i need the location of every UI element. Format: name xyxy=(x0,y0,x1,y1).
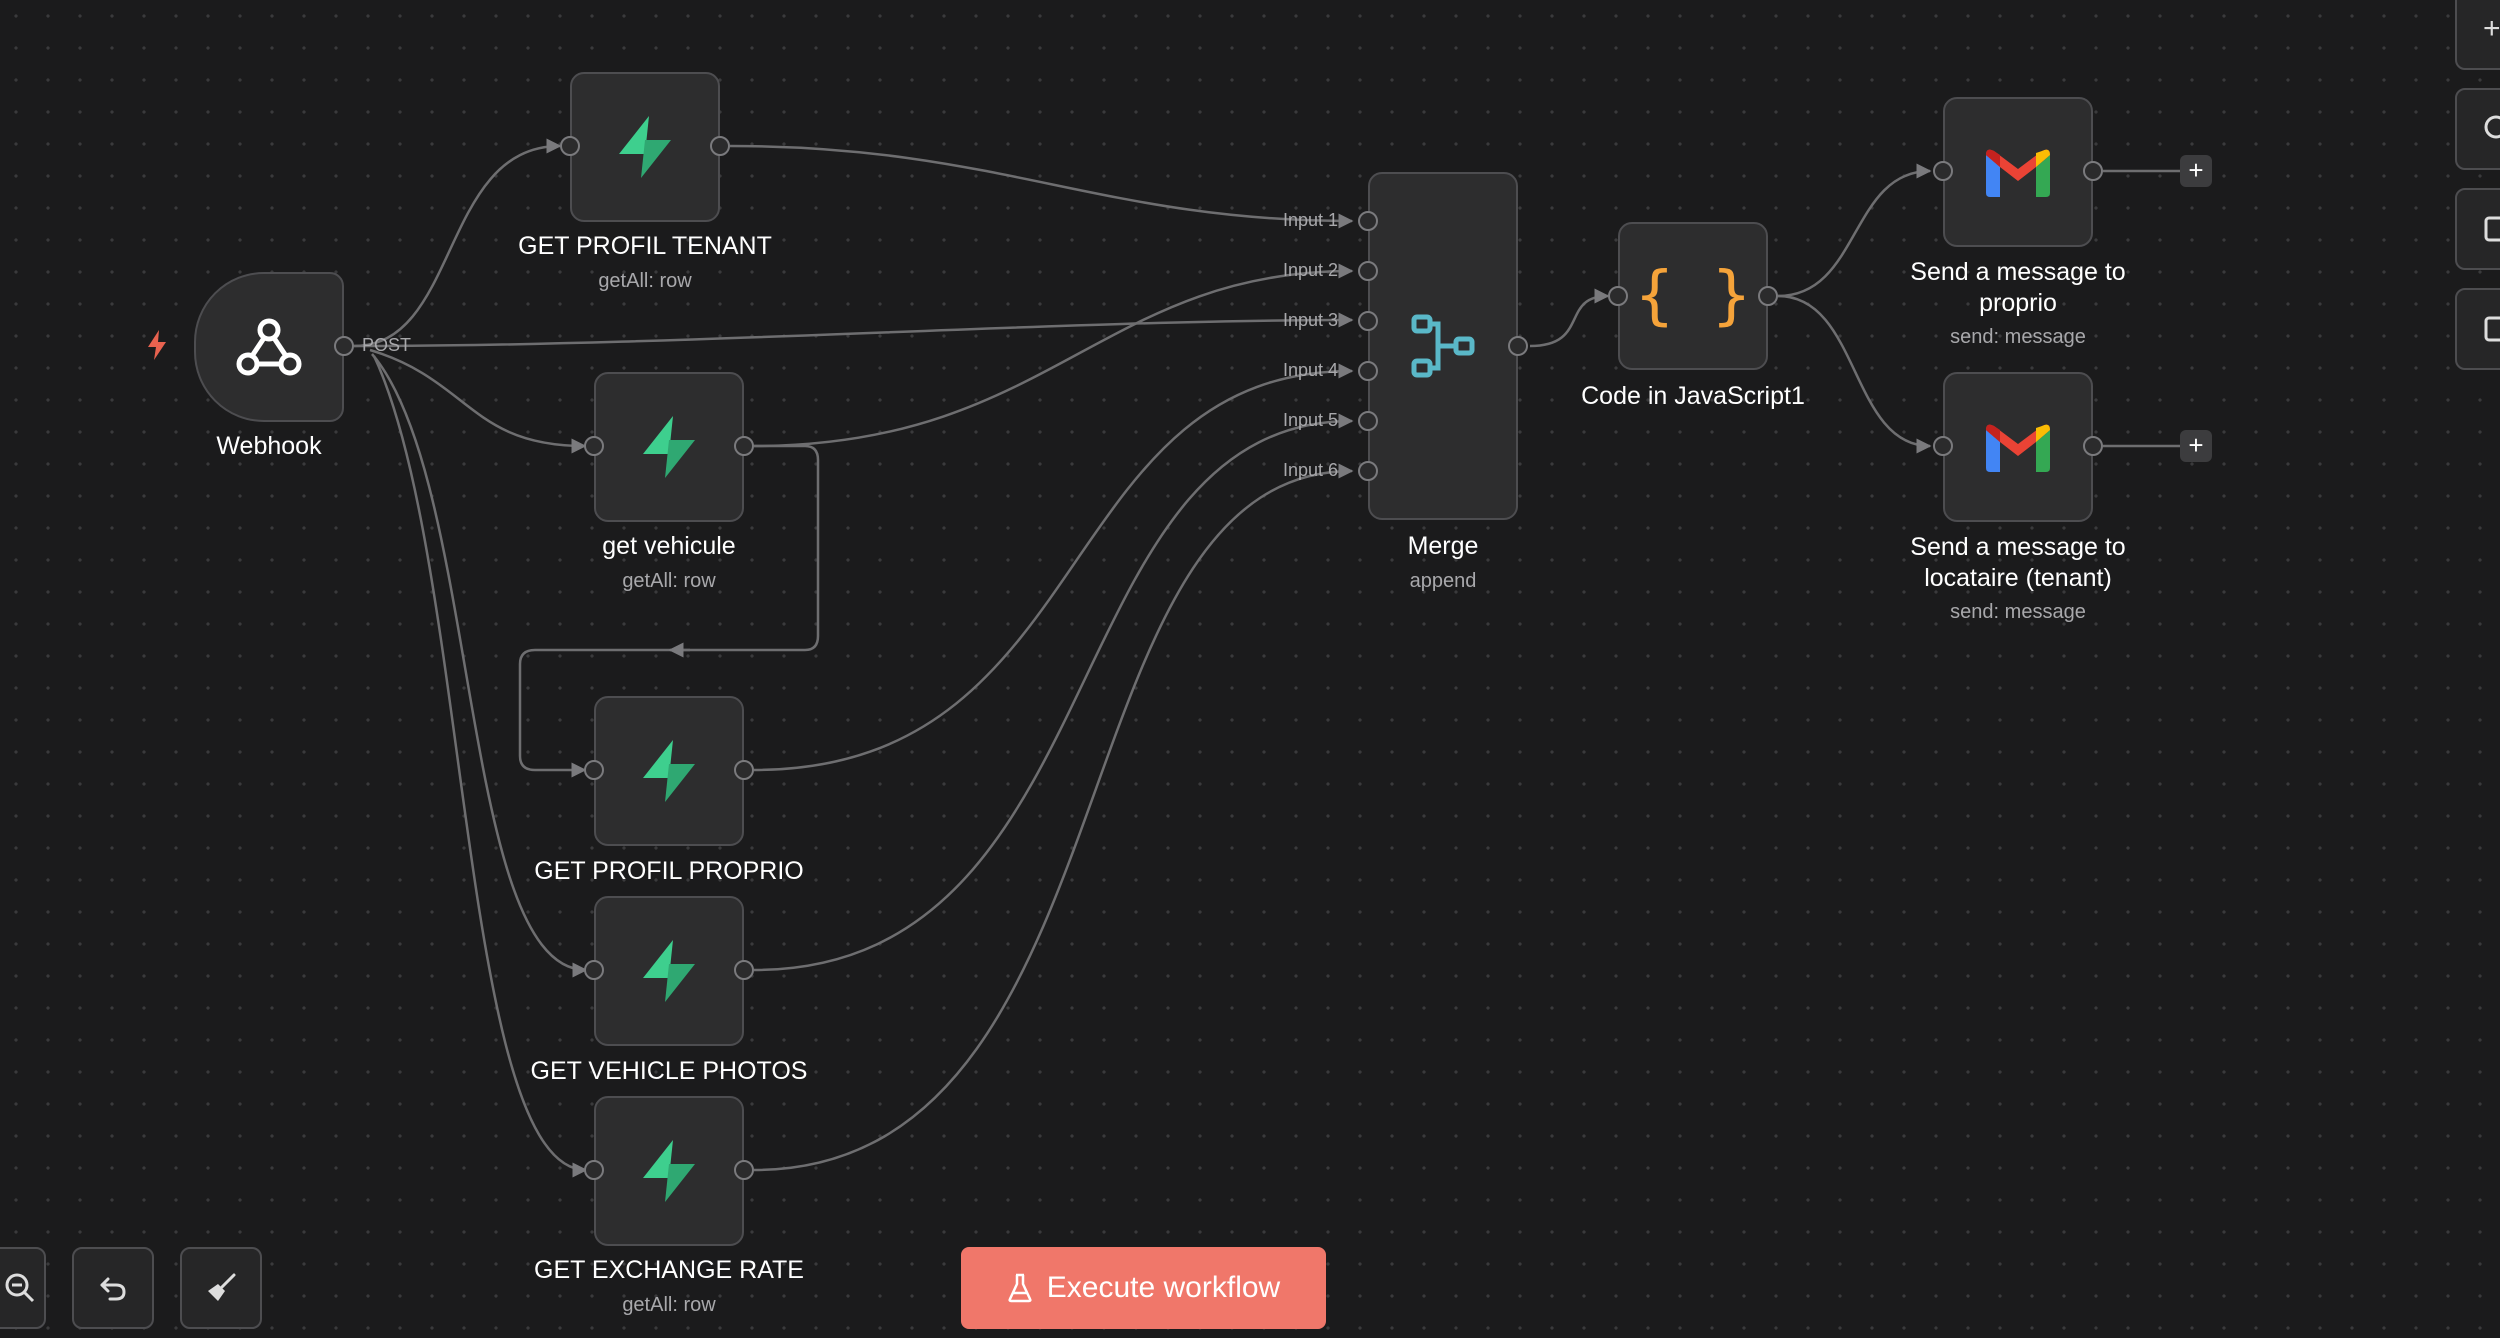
flask-icon xyxy=(1008,1273,1032,1303)
search-icon xyxy=(2484,115,2500,139)
merge-node[interactable] xyxy=(1368,172,1518,520)
execute-workflow-label: Execute workflow xyxy=(1046,1271,1281,1304)
merge-input-6-label: Input 6 xyxy=(1282,460,1338,480)
supabase-icon xyxy=(643,740,695,802)
photos-title: GET VEHICLE PHOTOS xyxy=(530,1057,808,1085)
code-title: Code in JavaScript1 xyxy=(1581,382,1805,410)
edge-exchange-merge6 xyxy=(753,463,1354,1172)
merge-input-4-label: Input 4 xyxy=(1282,360,1338,380)
square-icon xyxy=(2484,316,2500,342)
right-search-button[interactable] xyxy=(2455,88,2500,170)
send-proprio-input-handle[interactable] xyxy=(1933,161,1953,181)
exchange-input-handle[interactable] xyxy=(584,1160,604,1180)
get-vehicle-photos-node[interactable] xyxy=(594,896,744,1046)
send-proprio-title-line2: proprio xyxy=(1979,289,2057,317)
supabase-icon xyxy=(619,116,671,178)
send-proprio-node[interactable] xyxy=(1943,97,2093,247)
proprio-title: GET PROFIL PROPRIO xyxy=(534,857,804,885)
code-node[interactable]: { } xyxy=(1618,222,1768,370)
right-add-node-button[interactable]: + xyxy=(2455,0,2500,70)
merge-subtitle: append xyxy=(1409,570,1477,592)
webhook-output-handle[interactable] xyxy=(334,336,354,356)
merge-icon xyxy=(1411,314,1475,378)
exchange-subtitle: getAll: row xyxy=(622,1294,716,1316)
vehicule-input-handle[interactable] xyxy=(584,436,604,456)
merge-input-1-handle[interactable] xyxy=(1358,211,1378,231)
supabase-icon xyxy=(643,940,695,1002)
edge-merge-code xyxy=(1529,288,1610,348)
undo-button[interactable] xyxy=(72,1247,154,1329)
tidy-up-button[interactable] xyxy=(180,1247,262,1329)
tenant-output-handle[interactable] xyxy=(710,136,730,156)
supabase-icon xyxy=(643,416,695,478)
proprio-input-handle[interactable] xyxy=(584,760,604,780)
right-panel-button-2[interactable] xyxy=(2455,288,2500,370)
execute-workflow-button[interactable]: Execute workflow xyxy=(961,1247,1326,1329)
send-proprio-add-button[interactable]: + xyxy=(2180,155,2212,187)
vehicule-title: get vehicule xyxy=(602,532,736,560)
send-tenant-subtitle: send: message xyxy=(1950,601,2086,623)
connections-layer xyxy=(353,138,2180,1178)
zoom-out-icon xyxy=(5,1273,35,1303)
merge-input-5-handle[interactable] xyxy=(1358,411,1378,431)
send-proprio-output-handle[interactable] xyxy=(2083,161,2103,181)
edge-webhook-merge3 xyxy=(353,312,1354,348)
get-exchange-rate-node[interactable] xyxy=(594,1096,744,1246)
trigger-bolt-icon xyxy=(148,330,166,360)
merge-input-3-handle[interactable] xyxy=(1358,311,1378,331)
proprio-output-handle[interactable] xyxy=(734,760,754,780)
exchange-title: GET EXCHANGE RATE xyxy=(534,1256,804,1284)
code-output-handle[interactable] xyxy=(1758,286,1778,306)
merge-input-1-label: Input 1 xyxy=(1282,210,1338,230)
send-tenant-output-handle[interactable] xyxy=(2083,436,2103,456)
merge-input-6-handle[interactable] xyxy=(1358,461,1378,481)
send-tenant-node[interactable] xyxy=(1943,372,2093,522)
edge-webhook-vehicule xyxy=(369,348,587,454)
edge-code-proprio xyxy=(1777,163,1932,298)
gmail-icon xyxy=(1986,424,2050,472)
merge-input-5-label: Input 5 xyxy=(1282,410,1338,430)
send-tenant-title-line1: Send a message to xyxy=(1910,533,2126,561)
photos-output-handle[interactable] xyxy=(734,960,754,980)
send-proprio-title-line1: Send a message to xyxy=(1910,258,2126,286)
edge-webhook-exchange xyxy=(372,355,588,1178)
right-panel-button-1[interactable] xyxy=(2455,188,2500,270)
code-braces-icon: { } xyxy=(1635,259,1751,333)
webhook-icon xyxy=(236,318,302,376)
get-profil-tenant-node[interactable] xyxy=(570,72,720,222)
exchange-output-handle[interactable] xyxy=(734,1160,754,1180)
merge-output-handle[interactable] xyxy=(1508,336,1528,356)
edge-photos-merge5 xyxy=(753,413,1354,972)
tenant-title: GET PROFIL TENANT xyxy=(518,232,772,260)
webhook-node[interactable] xyxy=(194,272,344,422)
code-input-handle[interactable] xyxy=(1608,286,1628,306)
gmail-icon xyxy=(1986,149,2050,197)
webhook-title: Webhook xyxy=(216,432,322,460)
send-proprio-subtitle: send: message xyxy=(1950,326,2086,348)
supabase-icon xyxy=(643,1140,695,1202)
edge-code-tenant xyxy=(1777,294,1932,454)
vehicule-output-handle[interactable] xyxy=(734,436,754,456)
send-tenant-title-line2: locataire (tenant) xyxy=(1924,564,2112,592)
webhook-post-label: POST xyxy=(362,335,412,355)
merge-input-2-handle[interactable] xyxy=(1358,261,1378,281)
broom-icon xyxy=(208,1273,236,1301)
undo-icon xyxy=(100,1277,126,1301)
tenant-input-handle[interactable] xyxy=(560,136,580,156)
merge-input-4-handle[interactable] xyxy=(1358,361,1378,381)
merge-input-2-label: Input 2 xyxy=(1282,260,1338,280)
get-vehicule-node[interactable] xyxy=(594,372,744,522)
tenant-subtitle: getAll: row xyxy=(598,270,692,292)
photos-input-handle[interactable] xyxy=(584,960,604,980)
send-tenant-add-button[interactable]: + xyxy=(2180,430,2212,462)
square-icon xyxy=(2484,216,2500,242)
vehicule-subtitle: getAll: row xyxy=(622,570,716,592)
zoom-out-button[interactable] xyxy=(0,1247,46,1329)
merge-input-3-label: Input 3 xyxy=(1282,310,1338,330)
merge-title: Merge xyxy=(1407,532,1479,560)
send-tenant-input-handle[interactable] xyxy=(1933,436,1953,456)
get-profil-proprio-node[interactable] xyxy=(594,696,744,846)
